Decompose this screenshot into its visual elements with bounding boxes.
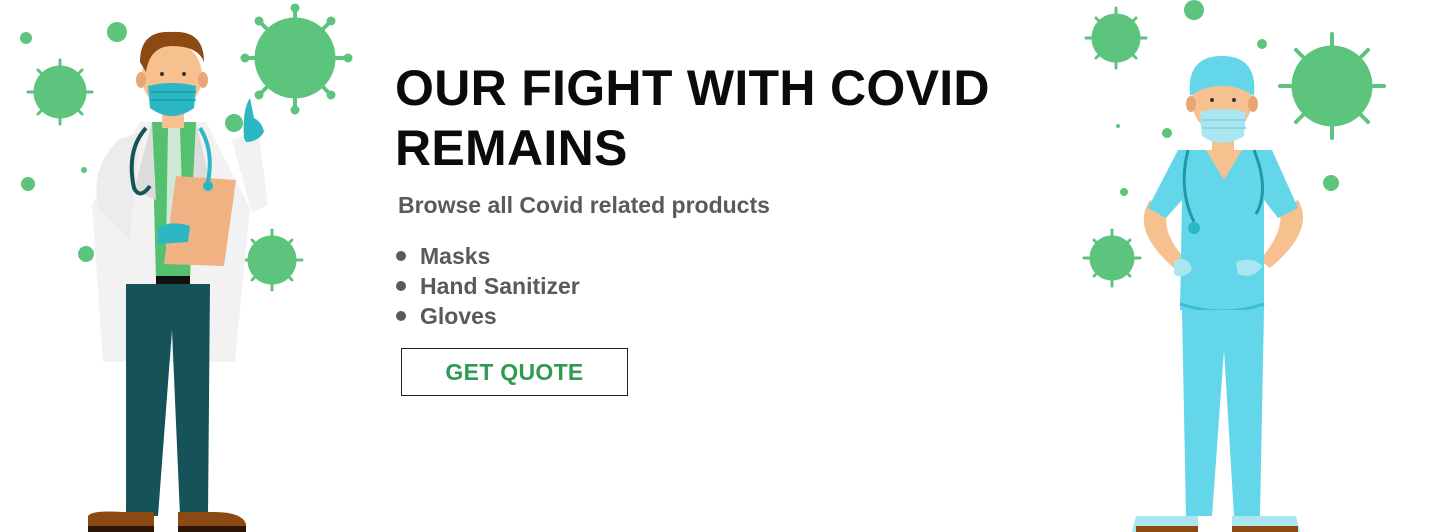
- coronavirus-icon: [1278, 32, 1386, 140]
- list-item: Masks: [395, 241, 1035, 271]
- product-label: Masks: [420, 243, 491, 269]
- product-label: Hand Sanitizer: [420, 273, 580, 299]
- coronavirus-icon: [26, 58, 94, 126]
- product-label: Gloves: [420, 303, 497, 329]
- covid-banner: OUR FIGHT WITH COVID REMAINS Browse all …: [0, 0, 1440, 532]
- coronavirus-icon: [1084, 6, 1148, 70]
- product-list: Masks Hand Sanitizer Gloves: [395, 241, 1035, 331]
- bullet-icon: [396, 281, 406, 291]
- nurse-illustration: [1082, 0, 1386, 532]
- coronavirus-icon: [240, 228, 304, 292]
- list-item: Hand Sanitizer: [395, 271, 1035, 301]
- coronavirus-icon: [1082, 228, 1142, 288]
- subtitle: Browse all Covid related products: [398, 192, 770, 218]
- promo-content: OUR FIGHT WITH COVID REMAINS Browse all …: [395, 58, 1035, 396]
- bullet-icon: [396, 311, 406, 321]
- coronavirus-icon: [240, 3, 353, 115]
- page-title: OUR FIGHT WITH COVID REMAINS: [395, 60, 990, 176]
- doctor-figure: [88, 31, 268, 532]
- get-quote-button[interactable]: GET QUOTE: [401, 348, 628, 396]
- bullet-icon: [396, 251, 406, 261]
- list-item: Gloves: [395, 301, 1035, 331]
- doctor-illustration: [20, 3, 353, 532]
- nurse-figure: [1132, 56, 1304, 532]
